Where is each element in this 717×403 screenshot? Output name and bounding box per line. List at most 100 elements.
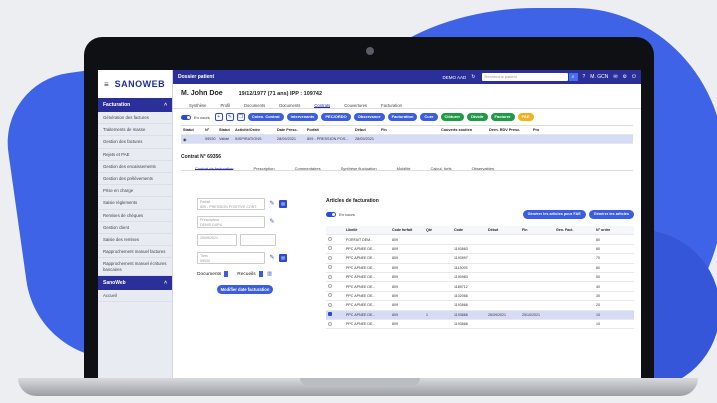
table-header-cell[interactable]: Fin [379,128,439,132]
sidebar-item[interactable]: Gestion des prélèvements [98,173,172,186]
generate-fae-button[interactable]: Générer les articles pour FAE [522,210,586,219]
generate-articles-button[interactable]: Générer les articles [588,210,634,219]
contract-tab[interactable]: Mobilité [397,164,411,171]
checkbox[interactable] [328,246,332,251]
sidebar-item[interactable]: Rapprochement manuel écritures bancaires [98,258,172,276]
article-row[interactable]: PPC APNEE DE... 809 1193997 70 [326,254,634,264]
action-button[interactable]: Cure [420,113,438,121]
date-from-input[interactable]: 25/09/2021 [197,234,237,246]
article-row[interactable]: PPC APNEE DE... 809 1102066 30 [326,292,634,302]
checkbox[interactable] [328,255,332,260]
tab-documents[interactable]: Documents [244,101,265,108]
table-header-cell[interactable]: Pro [531,128,551,132]
contract-tab[interactable]: Calcul. forfs [430,164,451,171]
article-row[interactable]: PPC APNEE DE... 809 1190983 50 [326,273,634,283]
sidebar-item[interactable]: Génération des factures [98,112,172,125]
forfait-input[interactable]: Forfait 809 - PRESSION POSITIVE CONT. [197,198,265,210]
sidebar-item[interactable]: Traitements de masse [98,124,172,137]
articles-header-cell[interactable]: Gen. Fact. [554,228,594,232]
search-icon[interactable]: ⌕ [568,73,578,81]
articles-header-cell[interactable]: Fin [520,228,554,232]
save-icon[interactable]: ▤ [279,254,287,262]
copy-icon[interactable]: ❐ [236,113,245,121]
articles-header-cell[interactable]: Libellé [344,228,390,232]
documents-label[interactable]: Documents [197,272,221,277]
edit-icon[interactable]: ✎ [268,254,276,262]
table-header-cell[interactable]: Début [353,128,379,132]
tab-facturation[interactable]: Facturation [381,101,402,108]
prescripteur-input[interactable]: Prescripteur DENIS DUPU [197,216,265,228]
checkbox[interactable] [328,274,332,279]
action-button[interactable]: PAE [517,113,534,121]
article-row[interactable]: PPC APNEE DE... 809 1193668 10 [326,320,634,330]
sidebar-item-accueil[interactable]: Accueil [98,290,172,303]
tab-couvertures[interactable]: Couvertures [344,101,367,108]
table-header-cell[interactable]: Forfait [305,128,353,132]
articles-header-cell[interactable]: Code forfait [390,228,424,232]
sidebar-item[interactable]: Prise en charge [98,185,172,198]
modify-date-button[interactable]: Modifier date facturation [217,285,273,294]
gear-icon[interactable]: ⚙ [623,74,627,80]
sidebar-item[interactable]: Rejets et PAE [98,149,172,161]
table-row[interactable]: ◉ 59530 Validé INSPIRATIONS 28/09/2021 809 - … [181,135,633,144]
document-icon[interactable] [258,271,263,277]
action-button[interactable]: Coteo. Contrat [247,113,284,121]
sidebar-item[interactable]: Rapprochement manuel factures [98,246,172,259]
recueil-label[interactable]: Recueils [237,272,255,277]
articles-header-cell[interactable]: Début [486,228,520,232]
logout-icon[interactable]: ⏻ [632,74,636,80]
tab-profil[interactable]: Profil [220,101,230,108]
checkbox[interactable] [328,265,332,270]
date-to-input[interactable] [240,234,276,246]
action-button[interactable]: Dividir [467,113,488,121]
menu-icon[interactable]: ≡ [104,80,109,89]
action-button[interactable]: Facturation [387,113,418,121]
article-row[interactable]: PPC APNEE DE... 809 1 1193668 26/09/2021 25/1… [326,310,634,320]
table-header-cell[interactable]: N° [203,128,217,132]
edit-icon[interactable]: ✎ [268,200,276,208]
checkbox[interactable] [328,237,332,242]
user-label[interactable]: M. GCN [590,74,608,80]
sidebar-item[interactable]: Gestion client [98,222,172,235]
action-button[interactable]: Clôturer [440,113,465,121]
add-icon[interactable]: + [214,113,223,121]
article-row[interactable]: FORFAIT DEM... 809 80 [326,235,634,245]
save-icon[interactable]: ▤ [279,200,287,208]
notification-icon[interactable]: ✉ [613,74,617,80]
tab-documents[interactable]: Documents [279,101,300,108]
article-row[interactable]: PPC APNEE DE... 809 1193663 80 [326,245,634,255]
contract-tab[interactable]: Commentaires [295,164,321,171]
action-button[interactable]: Observance [353,113,385,121]
sidebar-item[interactable]: Saisie règlements [98,197,172,210]
status-toggle[interactable] [181,114,191,120]
sidebar-item[interactable]: Gestion des encaissements [98,161,172,174]
environment-label[interactable]: DEMO AAD [443,75,467,80]
action-button[interactable]: Facturer [490,113,515,121]
table-header-cell[interactable]: Dern. RDV Presc. [487,128,531,132]
article-row[interactable]: PPC APNEE DE... 809 1113093 60 [326,264,634,273]
search-input[interactable]: Recherche patient [481,73,568,81]
tiers-input[interactable]: Tiers 59530 [197,252,265,264]
sidebar-section-facturation[interactable]: Facturation ˄ [98,98,172,112]
sidebar-item[interactable]: Saisie des remises [98,234,172,247]
action-button[interactable]: PEC/ORDO [321,113,351,121]
table-header-cell[interactable]: Statut [181,128,203,132]
article-row[interactable]: PPC APNEE DE... 809 1189712 40 [326,282,634,292]
help-icon[interactable]: ? [583,74,586,80]
checkbox[interactable] [328,321,332,326]
contract-tab[interactable]: Synthèse fluctuation [341,164,377,171]
articles-header-cell[interactable]: Qté [424,228,452,232]
articles-header-cell[interactable]: N° ordre [594,228,630,232]
contract-tab[interactable]: Contrat de facturation [195,164,234,171]
table-header-cell[interactable]: Date Presc. [275,128,305,132]
articles-toggle[interactable] [326,212,336,217]
checkbox[interactable] [328,302,332,307]
articles-header-cell[interactable]: Code [452,228,486,232]
tab-contrats[interactable]: Contrats [314,101,331,108]
edit-icon[interactable]: ✎ [268,218,276,226]
refresh-icon[interactable]: ↻ [471,74,475,80]
tab-synthèse[interactable]: Synthèse [189,101,206,108]
chart-icon[interactable]: ▥ [266,270,274,278]
article-row[interactable]: PPC APNEE DE... 809 1193666 20 [326,301,634,311]
edit-icon[interactable]: ✎ [225,113,234,121]
